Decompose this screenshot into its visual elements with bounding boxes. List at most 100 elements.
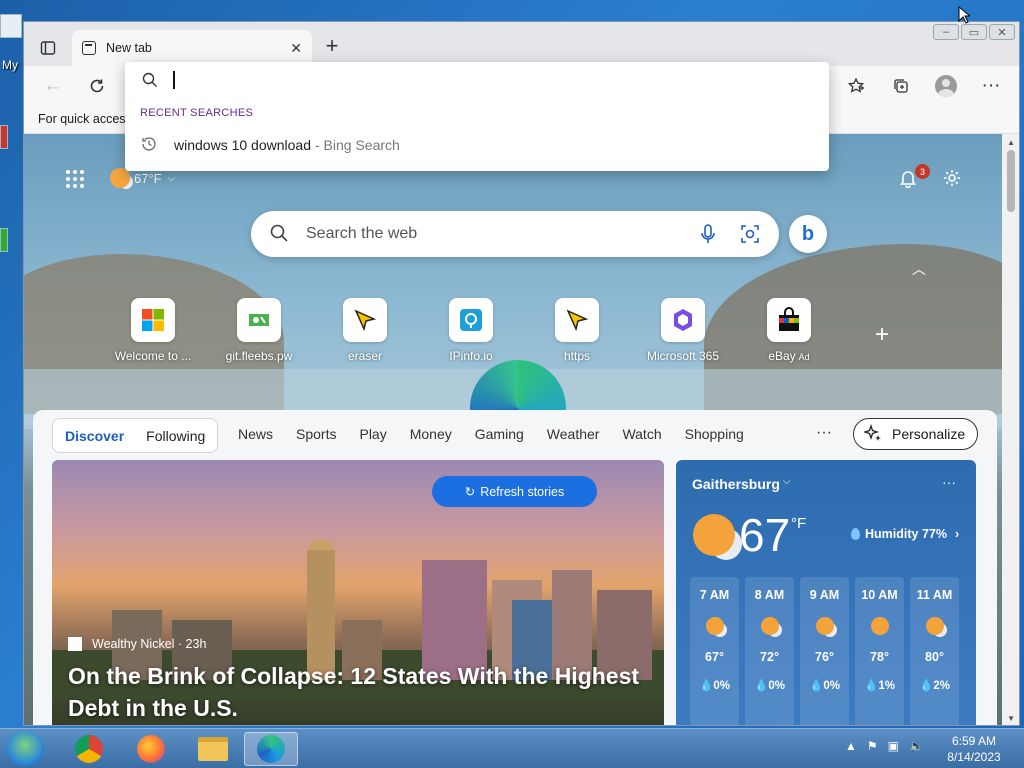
refresh-stories-label: Refresh stories [480,484,565,499]
publisher-logo-icon [68,637,82,651]
taskbar-clock[interactable]: 6:59 AM 8/14/2023 [935,733,1013,765]
action-center-flag-icon[interactable]: ⚑ [867,739,878,753]
quick-link-tile[interactable]: Microsoft 365 [630,298,736,363]
tab-actions-icon[interactable] [34,36,62,60]
desktop-computer-icon[interactable] [0,14,22,38]
taskbar-explorer[interactable] [186,732,240,766]
history-icon [140,135,158,156]
quick-link-tile[interactable]: https [524,298,630,363]
chevron-down-icon: ⌵ [167,172,176,184]
category-money[interactable]: Money [410,426,452,442]
story-headline[interactable]: On the Brink of Collapse: 12 States With… [68,660,658,724]
address-bar-input[interactable] [171,68,811,92]
start-button[interactable] [6,731,44,767]
partly-sunny-icon [705,617,724,635]
sparkle-icon [862,423,882,445]
maximize-button[interactable]: ▭ [961,24,987,40]
tab-discover[interactable]: Discover [65,428,124,444]
quick-link-tile[interactable]: eBay Ad [736,298,842,363]
taskbar-firefox[interactable] [124,732,178,766]
category-sports[interactable]: Sports [296,426,336,442]
weather-card[interactable]: Gaithersburg ⌵ ··· 67 °F Humidity 77% › … [676,460,976,725]
hourly-forecast-item[interactable]: 11 AM 80° 💧2% [910,577,959,725]
scrollbar-thumb[interactable] [1007,150,1015,212]
bing-chat-button[interactable]: b [789,215,827,253]
quick-link-label: https [563,349,590,363]
category-gaming[interactable]: Gaming [475,426,524,442]
collapse-chevron-icon[interactable]: ︿ [912,259,926,279]
category-weather[interactable]: Weather [547,426,600,442]
refresh-stories-button[interactable]: ↻ Refresh stories [432,476,597,507]
recent-search-item[interactable]: windows 10 download - Bing Search [125,128,829,162]
scroll-down-icon[interactable]: ▼ [1007,714,1015,723]
collections-icon[interactable] [886,72,916,100]
favorites-star-icon[interactable] [841,72,871,100]
quick-link-tile[interactable]: IPinfo.io [418,298,524,363]
search-icon [269,223,289,246]
network-icon[interactable]: ▣ [888,739,899,753]
close-window-button[interactable]: ✕ [989,24,1015,40]
microsoft-logo-icon [131,298,175,342]
page-scrollbar[interactable]: ▲ ▼ [1002,134,1019,725]
new-tab-button[interactable]: + [320,34,344,58]
location-icon [449,298,493,342]
quick-link-label: git.fleebs.pw [225,349,293,363]
forecast-temp: 72° [760,650,779,664]
hourly-forecast-item[interactable]: 9 AM 76° 💧0% [800,577,849,725]
top-story-card[interactable]: ↻ Refresh stories Wealthy Nickel · 23h O… [52,460,664,725]
content-feed: Discover Following News Sports Play Mone… [33,410,997,725]
quick-link-label: eBay Ad [768,349,809,363]
microphone-icon[interactable] [698,223,718,248]
volume-muted-icon[interactable]: 🔈 [909,739,924,753]
category-shopping[interactable]: Shopping [685,426,744,442]
taskbar-chrome[interactable] [62,732,116,766]
category-watch[interactable]: Watch [622,426,661,442]
quick-link-label: Welcome to ... [114,349,192,363]
recent-search-source: - Bing Search [314,137,400,153]
tab-following[interactable]: Following [146,428,205,444]
window-controls: – ▭ ✕ [933,24,1015,40]
page-settings-gear-icon[interactable] [942,168,962,191]
hourly-forecast-item[interactable]: 7 AM 67° 💧0% [690,577,739,725]
clock-time: 6:59 AM [951,734,997,748]
visual-search-icon[interactable] [739,223,761,248]
taskbar-edge[interactable] [244,732,298,766]
category-play[interactable]: Play [359,426,386,442]
refresh-button[interactable] [82,72,112,100]
hourly-forecast-item[interactable]: 8 AM 72° 💧0% [745,577,794,725]
show-hidden-icons-icon[interactable]: ▲ [845,739,857,753]
minimize-button[interactable]: – [933,24,959,40]
back-button[interactable]: ← [38,72,68,100]
forecast-time: 11 AM [916,588,953,602]
category-news[interactable]: News [238,426,273,442]
quick-link-tile[interactable]: git.fleebs.pw [206,298,312,363]
web-search-box[interactable]: Search the web [251,211,779,257]
add-quick-link-button[interactable]: + [875,321,889,349]
weather-city[interactable]: Gaithersburg [692,476,780,492]
chrome-icon [75,735,103,763]
scroll-up-icon[interactable]: ▲ [1007,138,1015,147]
profile-avatar-icon[interactable] [931,72,961,100]
desktop-app-icon[interactable] [0,125,8,149]
weather-mini-widget[interactable]: 67°F ⌵ [110,168,175,188]
chevron-down-icon[interactable]: ⌵ [783,476,791,487]
recent-searches-header: RECENT SEARCHES [140,107,254,119]
hourly-forecast-item[interactable]: 10 AM 78° 💧1% [855,577,904,725]
address-bar-dropdown: RECENT SEARCHES windows 10 download - Bi… [125,62,829,171]
mouse-cursor-icon [958,6,970,24]
forecast-time: 9 AM [809,588,840,602]
settings-more-icon[interactable]: ··· [976,72,1006,100]
close-tab-icon[interactable]: ✕ [290,40,302,57]
quick-link-tile[interactable]: eraser [312,298,418,363]
humidity-link[interactable]: Humidity 77% › [851,527,959,541]
quick-link-tile[interactable]: Welcome to ... [100,298,206,363]
personalize-button[interactable]: Personalize [853,418,979,450]
more-categories-button[interactable]: ··· [816,424,832,442]
desktop-icon-label: My [2,58,18,72]
partly-sunny-icon [925,617,944,635]
weather-more-icon[interactable]: ··· [942,474,956,490]
apps-launcher-icon[interactable] [66,170,84,188]
desktop-app-icon[interactable] [0,228,8,252]
forecast-temp: 78° [870,650,889,664]
tab-new-tab[interactable]: New tab ✕ [72,30,312,66]
